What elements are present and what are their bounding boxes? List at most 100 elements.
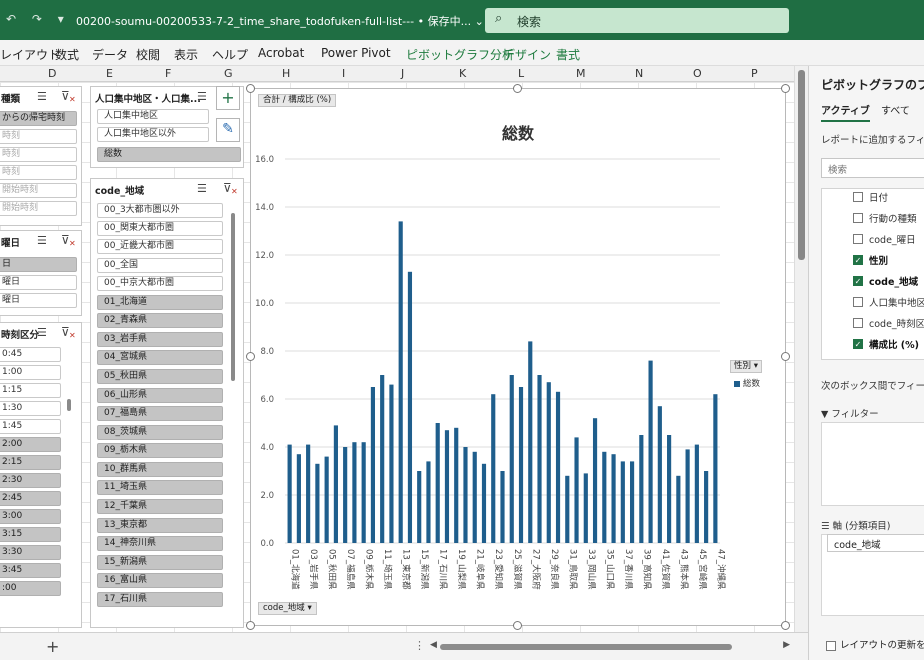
bar [389,384,394,543]
vertical-scrollbar[interactable] [794,66,808,632]
field-item[interactable]: 行動の種類 [869,211,917,225]
bar [426,461,431,543]
bar [500,471,505,543]
scroll-right-icon[interactable]: ▶ [783,640,790,650]
field-item[interactable]: 構成比 (%) [869,337,919,351]
bar [602,451,607,543]
bar [463,447,468,543]
bar [657,406,662,543]
field-checkbox[interactable] [853,318,863,328]
scroll-left-icon[interactable]: ◀ [430,640,437,650]
filter-drop-zone[interactable] [821,422,924,506]
bar [417,471,422,543]
x-tick-label: 05_秋田県 [327,549,338,590]
x-tick-label: 11_埼玉県 [382,549,393,590]
field-checkbox[interactable] [853,213,863,223]
field-search-input[interactable]: 検索 [821,158,924,178]
field-checkbox[interactable] [853,192,863,202]
x-tick-label: 37_香川県 [623,549,634,590]
chart-plot-area: 0.0 2.0 4.0 6.0 8.0 10.0 12.0 14.0 16.0 01_北海道 03_… [255,155,726,590]
y-tick-label: 0.0 [260,539,274,549]
x-tick-label: 47_沖縄県 [715,549,726,590]
tab-all[interactable]: すべて [881,102,910,117]
filter-area-label: ▼ フィルター [821,406,879,420]
bar [380,375,385,543]
y-tick-label: 2.0 [260,491,274,501]
bar [713,394,718,543]
bar [611,454,616,543]
bar [694,444,699,543]
field-checkbox-checked[interactable]: ✓ [853,276,863,286]
legend-field-label: 性別 [734,361,752,371]
defer-layout-update[interactable]: レイアウトの更新を保 [826,637,924,651]
bar [629,461,635,543]
x-tick-label: 29_奈良県 [549,549,560,590]
x-tick-label: 31_鳥取県 [567,549,578,590]
bar [296,454,301,543]
bar [639,435,644,543]
filter-icon: ▼ [821,409,832,420]
field-item[interactable]: code_地域 [869,274,918,288]
splitter-handle[interactable]: ⋮ [414,639,425,652]
pane-instruction: レポートに追加するフィールド [821,135,924,146]
field-item[interactable]: code_時刻区 [869,316,924,330]
x-tick-label: 09_栃木県 [364,549,375,590]
scroll-thumb[interactable] [798,70,805,260]
field-item[interactable]: code_曜日 [869,232,916,246]
bar [352,442,357,543]
bar [333,425,338,543]
bar [667,435,672,543]
x-tick-label: 21_岐阜県 [475,549,486,590]
bar [574,437,579,543]
bar [648,360,653,543]
bar [398,221,403,543]
y-tick-label: 16.0 [255,155,274,165]
field-checkbox[interactable] [853,234,863,244]
legend-label: 総数 [743,379,761,389]
sheet-tab-bar: + ⋮ ◀ ▶ [0,632,808,660]
bar [491,394,496,543]
x-tick-label: 17_石川県 [438,549,448,590]
x-tick-label: 43_熊本県 [678,549,689,590]
bar [509,375,514,543]
bar [407,271,413,543]
legend-field-button[interactable]: 性別 ▾ [730,360,762,373]
rows-icon: ☰ [821,521,833,532]
pane-title: ピボットグラフのフィールド [821,78,924,92]
bar [287,444,292,543]
bar [324,456,329,543]
axis-field-button[interactable]: code_地域 ▾ [258,602,317,615]
filter-area-label-text: フィルター [831,409,879,420]
field-item[interactable]: 性別 [869,253,888,267]
bar [676,475,681,543]
bar [472,451,477,543]
x-tick-label: 07_福島県 [345,549,356,590]
add-sheet-button[interactable]: + [46,637,59,656]
bar [454,427,459,543]
field-checkbox[interactable] [853,297,863,307]
axis-field-label: code_地域 [263,603,305,613]
tab-active[interactable]: アクティブ [821,102,870,122]
bar [546,382,551,543]
y-tick-label: 12.0 [255,251,274,261]
axis-field-chip[interactable]: code_地域 [827,534,924,552]
x-tick-label: 33_岡山県 [586,549,597,590]
bar [685,449,690,543]
field-checkbox-checked[interactable]: ✓ [853,255,863,265]
y-tick-label: 8.0 [260,347,274,357]
bar [704,471,709,543]
y-tick-label: 10.0 [255,299,274,309]
pivotchart-fields-pane: ピボットグラフのフィールド アクティブ すべて レポートに追加するフィールド 検… [808,66,924,660]
bar [370,387,376,543]
defer-checkbox[interactable] [826,640,836,651]
bar [444,430,450,543]
scroll-thumb[interactable] [440,644,732,650]
bar [620,461,625,543]
horizontal-scrollbar[interactable]: ◀ ▶ [430,640,790,652]
field-item[interactable]: 人口集中地区 [869,295,924,309]
field-checkbox-checked[interactable]: ✓ [853,339,863,349]
bar [361,442,366,543]
field-item[interactable]: 日付 [869,190,888,204]
x-tick-label: 41_佐賀県 [660,549,671,590]
x-tick-label: 01_北海道 [290,549,301,590]
